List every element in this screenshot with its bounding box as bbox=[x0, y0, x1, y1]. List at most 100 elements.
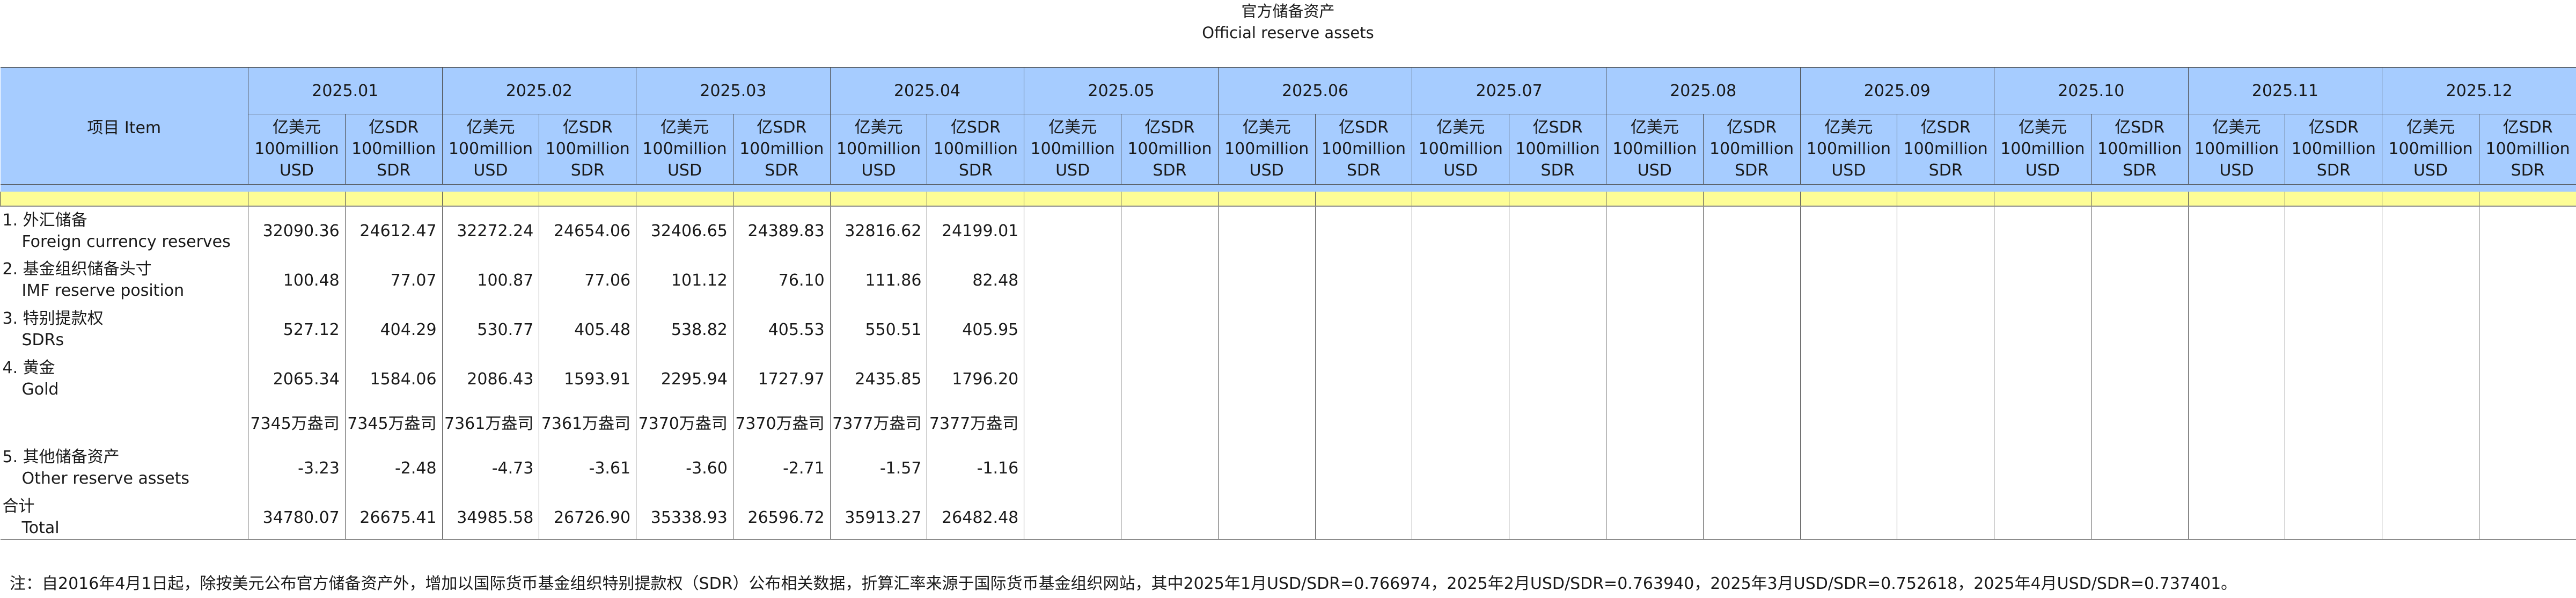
unit-label-line: 亿SDR bbox=[1144, 118, 1195, 137]
row-label-en: IMF reserve position bbox=[21, 281, 185, 300]
spacer-cell bbox=[442, 192, 539, 207]
month-header: 2025.09 bbox=[1800, 67, 1994, 114]
unit-label-line: USD bbox=[279, 161, 314, 180]
value-cell bbox=[2478, 354, 2576, 404]
unit-header-row: 亿美元 100million USD 亿SDR 100million SDR 亿美元 100m… bbox=[1, 114, 2576, 185]
unit-header-usd: 亿美元 100million USD bbox=[636, 114, 733, 185]
table-row: 7345万盎司 7345万盎司 7361万盎司 7361万盎司 7370万盎司 7370万… bbox=[1, 404, 2576, 440]
unit-label-line: 亿SDR bbox=[2502, 118, 2553, 137]
value-cell: -3.61 bbox=[539, 440, 636, 496]
value-cell bbox=[1121, 305, 1219, 354]
value-cell bbox=[1605, 206, 1704, 256]
spacer-cell bbox=[539, 184, 636, 192]
value-cell: 2435.85 bbox=[830, 354, 927, 404]
unit-label-line: SDR bbox=[1346, 161, 1381, 180]
value-cell bbox=[2478, 496, 2576, 540]
spacer-cell bbox=[1897, 192, 1994, 207]
spacer-cell bbox=[927, 184, 1024, 192]
value-cell: 32090.36 bbox=[248, 206, 346, 256]
value-cell: 7370万盎司 bbox=[732, 404, 831, 440]
unit-header-sdr: 亿SDR 100million SDR bbox=[1121, 114, 1219, 185]
value-cell bbox=[1217, 256, 1316, 305]
table-row: 1. 外汇储备 Foreign currency reserves 32090.36… bbox=[1, 206, 2576, 256]
unit-label-line: 亿美元 bbox=[2406, 118, 2455, 137]
value-cell bbox=[2478, 305, 2576, 354]
spacer-cell bbox=[248, 192, 346, 207]
spacer-cell bbox=[2478, 192, 2576, 207]
value-cell: -2.71 bbox=[732, 440, 831, 496]
table-header: 项目 Item 2025.01 2025.02 2025.03 2025.04 2025… bbox=[0, 67, 2576, 192]
unit-label-line: 亿SDR bbox=[369, 118, 419, 137]
value-cell bbox=[2090, 404, 2189, 440]
month-header: 2025.11 bbox=[2188, 67, 2382, 114]
unit-label-line: 亿SDR bbox=[2115, 118, 2165, 137]
row-label: 合计 Total bbox=[0, 496, 248, 540]
month-header-row: 项目 Item 2025.01 2025.02 2025.03 2025.04 2025… bbox=[0, 67, 2576, 185]
value-cell bbox=[1121, 206, 1219, 256]
unit-label-line: 100million bbox=[1127, 140, 1212, 158]
spacer-cell bbox=[733, 184, 831, 192]
value-cell bbox=[1315, 305, 1412, 354]
unit-label-line: SDR bbox=[1928, 161, 1963, 180]
unit-label-line: 100million bbox=[2291, 140, 2376, 158]
value-cell: 26675.41 bbox=[344, 496, 443, 540]
value-cell bbox=[2090, 496, 2189, 540]
value-cell bbox=[1024, 256, 1121, 305]
value-cell bbox=[1412, 206, 1509, 256]
value-cell bbox=[1994, 256, 2091, 305]
unit-label-line: 亿美元 bbox=[2018, 118, 2067, 137]
value-cell bbox=[2382, 404, 2479, 440]
value-cell bbox=[1605, 305, 1704, 354]
unit-label-line: 亿SDR bbox=[1727, 118, 1777, 137]
value-cell bbox=[1994, 496, 2091, 540]
value-cell: 35338.93 bbox=[636, 496, 733, 540]
unit-label-line: 100million bbox=[1515, 140, 1600, 158]
unit-label-line: SDR bbox=[2316, 161, 2351, 180]
row-label-zh: 3. 特别提款权 bbox=[2, 309, 104, 328]
unit-label-line: 亿美元 bbox=[1048, 118, 1097, 137]
unit-label-line: USD bbox=[2025, 161, 2060, 180]
unit-label-line: 100million bbox=[1806, 140, 1891, 158]
footnote: 注：自2016年4月1日起，除按美元公布官方储备资产外，增加以国际货币基金组织特… bbox=[10, 574, 2237, 593]
value-cell bbox=[1994, 206, 2091, 256]
unit-label-line: 100million bbox=[2388, 140, 2473, 158]
page-title: 官方储备资产 Official reserve assets bbox=[0, 0, 2576, 43]
value-cell bbox=[1024, 206, 1121, 256]
value-cell bbox=[2188, 496, 2285, 540]
unit-label-line: USD bbox=[2219, 161, 2254, 180]
value-cell: 24654.06 bbox=[539, 206, 636, 256]
value-cell: 530.77 bbox=[442, 305, 539, 354]
value-cell: 82.48 bbox=[927, 256, 1024, 305]
unit-label-line: 亿美元 bbox=[660, 118, 709, 137]
table-row: 3. 特别提款权 SDRs 527.12 404.29 530.77 405.48 538.… bbox=[1, 305, 2576, 354]
table-row: 5. 其他储备资产 Other reserve assets -3.23 -2.48-… bbox=[1, 440, 2576, 496]
value-cell: 7377万盎司 bbox=[927, 404, 1024, 440]
value-cell bbox=[2188, 206, 2285, 256]
unit-label-line: 100million bbox=[1709, 140, 1794, 158]
unit-label-line: SDR bbox=[2511, 161, 2545, 180]
unit-label-line: 亿美元 bbox=[1824, 118, 1873, 137]
value-cell: 32406.65 bbox=[636, 206, 733, 256]
value-cell: 35913.27 bbox=[830, 496, 927, 540]
value-cell: 26596.72 bbox=[732, 496, 831, 540]
unit-label-line: SDR bbox=[2123, 161, 2157, 180]
value-cell: 538.82 bbox=[636, 305, 733, 354]
value-cell: 32272.24 bbox=[442, 206, 539, 256]
unit-label-line: 100million bbox=[739, 140, 824, 158]
value-cell: 26482.48 bbox=[927, 496, 1024, 540]
header-spacer-row bbox=[0, 184, 2576, 192]
unit-label-line: 100million bbox=[1903, 140, 1988, 158]
spacer-cell bbox=[1994, 192, 2091, 207]
unit-label-line: 亿SDR bbox=[1338, 118, 1389, 137]
value-cell bbox=[1605, 256, 1704, 305]
unit-header-usd: 亿美元 100million USD bbox=[1605, 114, 1704, 185]
value-cell bbox=[1800, 404, 1897, 440]
value-cell: -4.73 bbox=[442, 440, 539, 496]
value-cell bbox=[1509, 496, 1606, 540]
value-cell bbox=[2090, 305, 2189, 354]
value-cell bbox=[2382, 305, 2479, 354]
value-cell bbox=[1412, 496, 1509, 540]
spacer-cell bbox=[1994, 184, 2091, 192]
row-label-zh: 5. 其他储备资产 bbox=[2, 448, 120, 466]
spacer-cell bbox=[636, 192, 733, 207]
